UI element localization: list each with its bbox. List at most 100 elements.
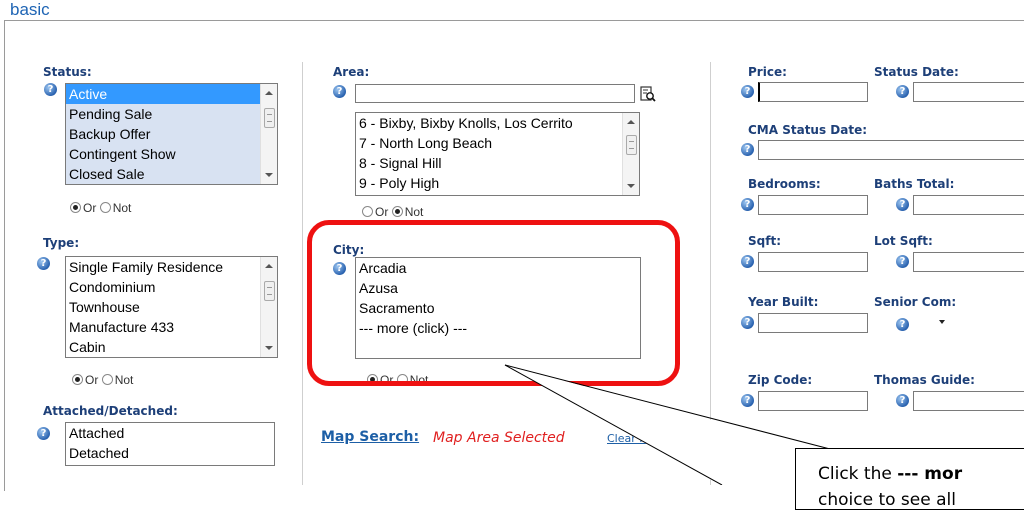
or-radio[interactable] bbox=[362, 206, 373, 217]
bedrooms-input[interactable] bbox=[758, 195, 868, 215]
help-icon[interactable]: ? bbox=[741, 143, 754, 156]
list-item[interactable]: Townhouse bbox=[66, 297, 277, 317]
or-label: Or bbox=[375, 205, 389, 219]
list-item[interactable]: Pending Sale bbox=[66, 104, 277, 124]
clear-map-link[interactable]: Clear Map bbox=[607, 432, 662, 445]
help-icon[interactable]: ? bbox=[741, 85, 754, 98]
attached-listbox[interactable]: Attached Detached bbox=[65, 422, 275, 466]
scroll-up-icon[interactable] bbox=[627, 120, 635, 124]
list-item[interactable]: Single Family Residence bbox=[66, 257, 277, 277]
help-icon[interactable]: ? bbox=[896, 394, 909, 407]
zip-code-label: Zip Code: bbox=[748, 373, 813, 387]
list-item[interactable]: Contingent Show bbox=[66, 144, 277, 164]
area-or-not: Or Not bbox=[362, 205, 423, 219]
lot-sqft-label: Lot Sqft: bbox=[874, 234, 933, 248]
not-label: Not bbox=[112, 201, 132, 215]
help-icon[interactable]: ? bbox=[37, 257, 50, 270]
type-listbox[interactable]: Single Family Residence Condominium Town… bbox=[65, 256, 278, 358]
scroll-down-icon[interactable] bbox=[265, 173, 273, 177]
column-divider bbox=[710, 62, 711, 485]
area-label: Area: bbox=[333, 65, 370, 79]
scroll-thumb[interactable] bbox=[264, 108, 275, 128]
help-icon[interactable]: ? bbox=[333, 85, 346, 98]
list-item[interactable]: Closed Sale bbox=[66, 164, 277, 184]
list-item[interactable]: Active bbox=[66, 84, 277, 104]
area-input[interactable] bbox=[355, 84, 635, 103]
lot-sqft-input[interactable] bbox=[913, 252, 1024, 272]
list-item[interactable]: Cabin bbox=[66, 337, 277, 357]
help-icon[interactable]: ? bbox=[741, 316, 754, 329]
thomas-guide-input[interactable] bbox=[913, 391, 1024, 411]
status-listbox[interactable]: Active Pending Sale Backup Offer Conting… bbox=[65, 83, 278, 185]
bedrooms-label: Bedrooms: bbox=[748, 177, 821, 191]
help-icon[interactable]: ? bbox=[741, 255, 754, 268]
senior-com-select[interactable] bbox=[913, 313, 971, 333]
scrollbar[interactable] bbox=[260, 84, 277, 184]
cma-status-date-input[interactable] bbox=[758, 140, 1024, 160]
scroll-thumb[interactable] bbox=[264, 281, 275, 301]
area-listbox[interactable]: 6 - Bixby, Bixby Knolls, Los Cerrito 7 -… bbox=[355, 112, 640, 196]
price-input[interactable] bbox=[758, 82, 868, 102]
year-built-input[interactable] bbox=[758, 313, 868, 333]
list-item[interactable]: Detached bbox=[66, 443, 274, 463]
scrollbar[interactable] bbox=[260, 257, 277, 357]
scroll-up-icon[interactable] bbox=[265, 264, 273, 268]
senior-com-label: Senior Com: bbox=[874, 295, 957, 309]
not-label: Not bbox=[404, 205, 424, 219]
help-icon[interactable]: ? bbox=[741, 394, 754, 407]
sqft-input[interactable] bbox=[758, 252, 868, 272]
callout-bold: --- mor bbox=[897, 464, 963, 484]
or-radio[interactable] bbox=[72, 374, 83, 385]
list-item[interactable]: 9 - Poly High bbox=[356, 173, 639, 193]
help-icon[interactable]: ? bbox=[896, 198, 909, 211]
list-item[interactable]: 7 - North Long Beach bbox=[356, 133, 639, 153]
sqft-label: Sqft: bbox=[748, 234, 781, 248]
not-radio[interactable] bbox=[391, 206, 403, 217]
map-status: Map Area Selected bbox=[433, 430, 565, 446]
callout-line2: choice to see all bbox=[818, 490, 956, 510]
status-label: Status: bbox=[43, 65, 92, 79]
help-icon[interactable]: ? bbox=[896, 318, 909, 331]
status-or-not: Or Not bbox=[70, 201, 131, 215]
help-icon[interactable]: ? bbox=[741, 198, 754, 211]
list-item[interactable]: 6 - Bixby, Bixby Knolls, Los Cerrito bbox=[356, 113, 639, 133]
year-built-label: Year Built: bbox=[748, 295, 819, 309]
scroll-down-icon[interactable] bbox=[627, 184, 635, 188]
not-radio[interactable] bbox=[101, 374, 113, 385]
scrollbar[interactable] bbox=[622, 113, 639, 195]
list-item[interactable]: 8 - Signal Hill bbox=[356, 153, 639, 173]
not-label: Not bbox=[114, 373, 134, 387]
or-radio[interactable] bbox=[70, 202, 81, 213]
help-icon[interactable]: ? bbox=[896, 255, 909, 268]
scroll-down-icon[interactable] bbox=[265, 346, 273, 350]
baths-total-input[interactable] bbox=[913, 195, 1024, 215]
scroll-thumb[interactable] bbox=[626, 135, 637, 155]
list-item[interactable]: Condominium bbox=[66, 277, 277, 297]
map-search-link[interactable]: Map Search: bbox=[321, 429, 419, 445]
status-date-input[interactable] bbox=[913, 82, 1024, 102]
section-title: basic bbox=[10, 0, 50, 19]
help-icon[interactable]: ? bbox=[37, 427, 50, 440]
attached-label: Attached/Detached: bbox=[43, 404, 178, 418]
list-item[interactable]: Manufacture 433 bbox=[66, 317, 277, 337]
cma-status-date-label: CMA Status Date: bbox=[748, 123, 868, 137]
help-icon[interactable]: ? bbox=[741, 454, 754, 467]
price-label: Price: bbox=[748, 65, 787, 79]
callout-prefix: Click the bbox=[818, 464, 898, 484]
chevron-down-icon bbox=[939, 320, 945, 324]
baths-total-label: Baths Total: bbox=[874, 177, 955, 191]
not-radio[interactable] bbox=[99, 202, 111, 213]
instruction-callout: Click the --- mor choice to see all bbox=[795, 448, 1024, 510]
list-item[interactable]: Backup Offer bbox=[66, 124, 277, 144]
help-icon[interactable]: ? bbox=[896, 85, 909, 98]
zip-code-input[interactable] bbox=[758, 391, 868, 411]
type-label: Type: bbox=[43, 236, 80, 250]
or-label: Or bbox=[83, 201, 97, 215]
list-item[interactable]: Attached bbox=[66, 423, 274, 443]
status-date-label: Status Date: bbox=[874, 65, 959, 79]
help-icon[interactable]: ? bbox=[44, 83, 57, 96]
city-highlight-annotation bbox=[307, 220, 680, 386]
callout-text: Click the --- mor choice to see all bbox=[818, 461, 962, 513]
scroll-up-icon[interactable] bbox=[265, 91, 273, 95]
lookup-icon[interactable] bbox=[640, 86, 656, 102]
